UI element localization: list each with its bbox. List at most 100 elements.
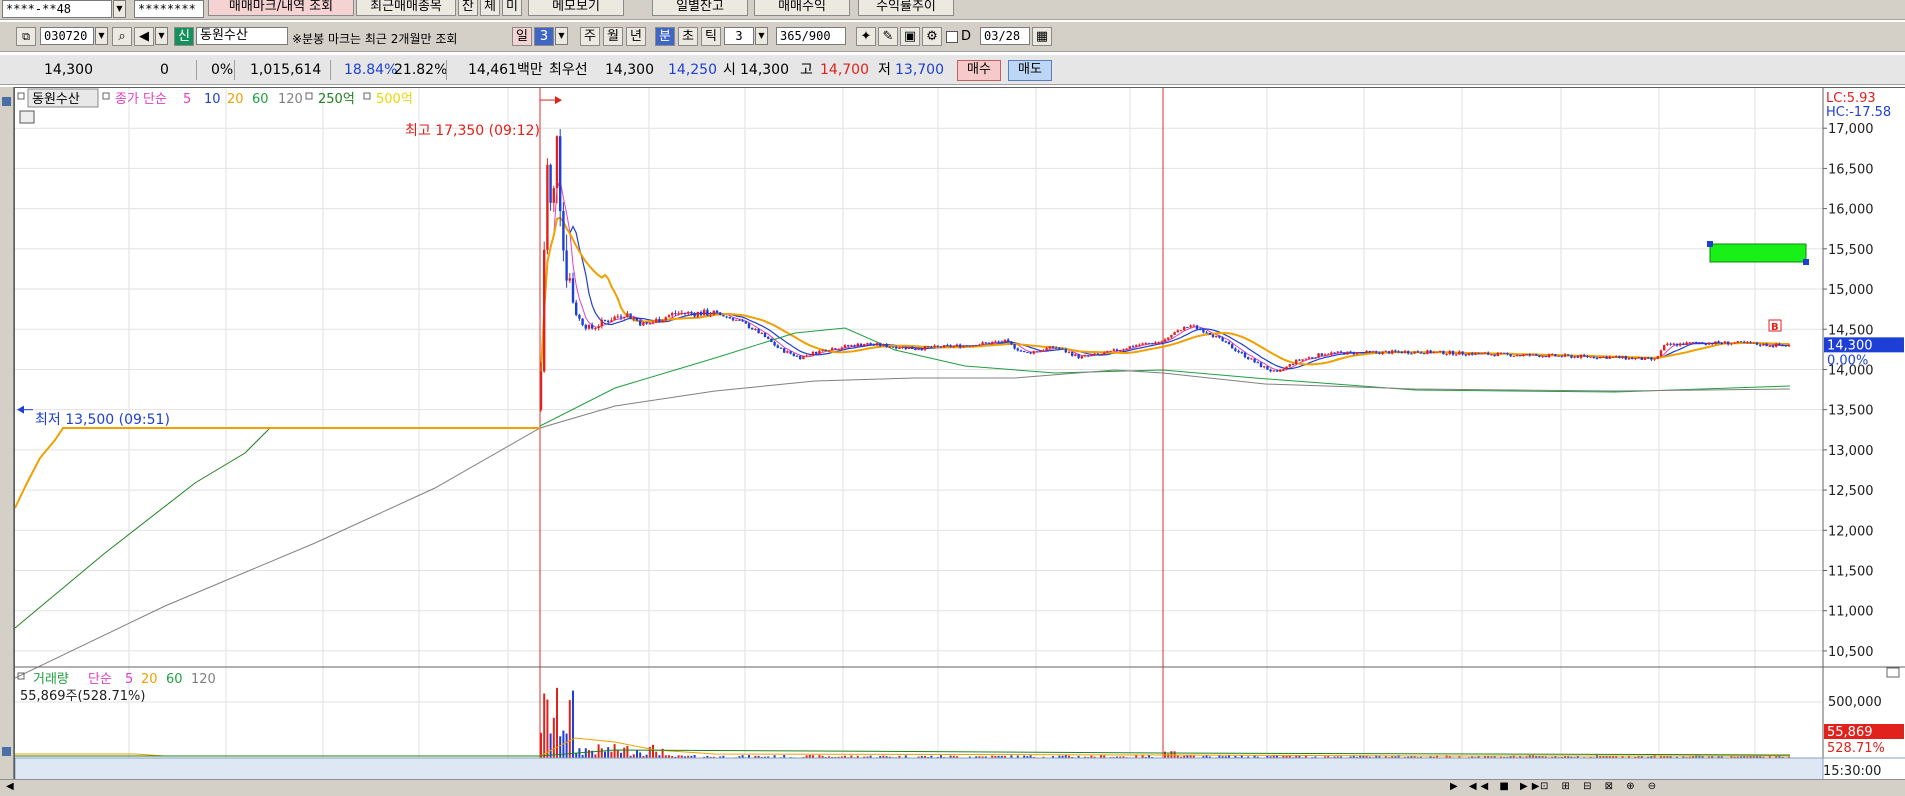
interval-dropdown-arrow[interactable]: ▼ bbox=[755, 27, 768, 45]
candle-body bbox=[1531, 354, 1535, 356]
bottom-scroll-strip[interactable]: ◀ ▶ ◀◀ ■ ▶▶ ⊡ ⊞ ⊟ ⊠ ⊕ ⊖ bbox=[0, 779, 1905, 796]
trade-mark-button[interactable]: 매매마크/내역 조회 bbox=[208, 0, 354, 16]
period-il-value[interactable]: 3 bbox=[534, 27, 554, 46]
search-icon[interactable]: ⌕ bbox=[112, 27, 132, 46]
candle-body bbox=[1544, 356, 1547, 358]
interval-input[interactable]: 3 bbox=[724, 27, 754, 45]
drawn-rectangle[interactable] bbox=[1709, 243, 1807, 263]
candle-body bbox=[699, 312, 703, 316]
period-il-button[interactable]: 일 bbox=[512, 27, 532, 46]
candle-body bbox=[632, 318, 635, 320]
candle-body bbox=[1554, 354, 1557, 357]
password-field[interactable]: ******** bbox=[134, 0, 204, 18]
volume-bar bbox=[620, 752, 622, 758]
y-tick-label: 11,500 bbox=[1828, 565, 1874, 580]
volume-bar bbox=[626, 746, 629, 758]
candle-body bbox=[719, 312, 722, 315]
candle-body bbox=[1163, 339, 1167, 342]
chart-area[interactable]: 17,000 16,500 16,000 15,500 15,000 14,500 14,0… bbox=[14, 87, 1905, 781]
candle-body bbox=[1435, 351, 1439, 353]
d-checkbox[interactable] bbox=[946, 31, 958, 43]
sell-button[interactable]: 매도 bbox=[1008, 60, 1052, 81]
period-cho-button[interactable]: 초 bbox=[678, 27, 698, 46]
volume-panel-toggle[interactable] bbox=[1886, 667, 1900, 678]
date-input[interactable]: 03/28 bbox=[980, 27, 1030, 45]
candle-body bbox=[635, 318, 639, 321]
period-nyeon-button[interactable]: 년 bbox=[626, 27, 646, 46]
candle-body bbox=[1688, 342, 1691, 344]
count-display[interactable]: 365/900 bbox=[776, 27, 846, 45]
candle-body bbox=[1464, 354, 1467, 356]
stock-name-field[interactable]: 동원수산 bbox=[196, 27, 288, 45]
candle-body bbox=[920, 349, 923, 351]
period-tick-button[interactable]: 틱 bbox=[701, 27, 721, 46]
candle-body bbox=[1509, 354, 1512, 357]
candle-body bbox=[1007, 339, 1010, 342]
candle-body bbox=[776, 345, 779, 348]
return-trend-button[interactable]: 수익률추이 bbox=[858, 0, 954, 16]
candle-body bbox=[827, 350, 831, 352]
candle-body bbox=[1519, 355, 1522, 357]
calendar-icon[interactable]: ▦ bbox=[1032, 27, 1052, 46]
speaker-icon[interactable]: ◀ bbox=[134, 27, 154, 46]
price-chart[interactable]: 17,00016,50016,00015,50015,00014,50014,0… bbox=[14, 88, 1905, 781]
zoom-tools[interactable]: ⊡ ⊞ ⊟ ⊠ ⊕ ⊖ bbox=[1540, 781, 1661, 792]
memo-button[interactable]: 메모보기 bbox=[528, 0, 624, 16]
candle-body bbox=[1394, 350, 1397, 352]
nav-buttons[interactable]: ▶ ◀◀ ■ ▶▶ bbox=[1450, 781, 1543, 792]
candle-body bbox=[946, 345, 949, 347]
rect-handle[interactable] bbox=[1803, 259, 1809, 265]
recent-trades-button[interactable]: 최근매매종목 bbox=[356, 0, 456, 16]
y-tick-label: 10,500 bbox=[1828, 645, 1874, 660]
rect-handle[interactable] bbox=[1707, 241, 1713, 247]
candle-body bbox=[975, 345, 978, 347]
candle-body bbox=[1170, 334, 1173, 338]
candle-body bbox=[1167, 337, 1170, 340]
candle-body bbox=[866, 343, 869, 345]
account-dropdown-arrow[interactable]: ▼ bbox=[113, 0, 126, 18]
candle-body bbox=[923, 346, 927, 350]
candle-body bbox=[1160, 341, 1163, 343]
draw-tool-icon[interactable]: ✎ bbox=[878, 27, 898, 46]
candle-body bbox=[1634, 358, 1637, 360]
daily-balance-button[interactable]: 일별잔고 bbox=[652, 0, 748, 16]
candle-body bbox=[1039, 350, 1042, 352]
buy-button[interactable]: 매수 bbox=[957, 60, 1001, 81]
left-scroll-bar[interactable] bbox=[0, 87, 14, 796]
candle-body bbox=[898, 347, 901, 349]
candle-body bbox=[1733, 342, 1736, 344]
candle-body bbox=[1461, 351, 1464, 355]
gear-icon[interactable]: ⚙ bbox=[922, 27, 942, 46]
y-tick-label: 13,000 bbox=[1828, 444, 1874, 459]
stock-code-dropdown-arrow[interactable]: ▼ bbox=[95, 27, 108, 45]
indicator-icon[interactable]: ✦ bbox=[856, 27, 876, 46]
period-wol-button[interactable]: 월 bbox=[603, 27, 623, 46]
layout-icon[interactable]: ⧉ bbox=[16, 27, 36, 46]
candle-body bbox=[1656, 356, 1659, 359]
candle-body bbox=[741, 320, 744, 322]
ma-line bbox=[14, 427, 540, 629]
candle-body bbox=[639, 320, 642, 326]
candle-body bbox=[1563, 354, 1567, 357]
period-bun-button[interactable]: 분 bbox=[655, 27, 675, 46]
save-icon[interactable]: ▣ bbox=[900, 27, 920, 46]
period-ju-button[interactable]: 주 bbox=[580, 27, 600, 46]
candle-body bbox=[1320, 353, 1323, 356]
jan-button[interactable]: 잔 bbox=[458, 0, 478, 16]
che-button[interactable]: 체 bbox=[480, 0, 500, 16]
scroll-left-arrow[interactable]: ◀ bbox=[6, 781, 14, 792]
account-number-field[interactable]: ****-**48 bbox=[2, 0, 112, 18]
candle-body bbox=[1387, 351, 1391, 354]
candle-body bbox=[1275, 370, 1279, 372]
candle-body bbox=[539, 371, 543, 410]
period-il-dropdown-arrow[interactable]: ▼ bbox=[555, 27, 568, 45]
trade-profit-button[interactable]: 매매수익 bbox=[754, 0, 850, 16]
candle-body bbox=[1381, 351, 1384, 354]
stock-code-input[interactable]: 030720 bbox=[40, 27, 94, 45]
candle-body bbox=[1720, 342, 1723, 344]
speaker-dropdown-arrow[interactable]: ▼ bbox=[155, 27, 168, 45]
grid-toggle-icon[interactable] bbox=[19, 110, 35, 124]
candle-body bbox=[1746, 342, 1749, 344]
candle-body bbox=[1115, 349, 1119, 351]
mi-button[interactable]: 미 bbox=[502, 0, 522, 16]
